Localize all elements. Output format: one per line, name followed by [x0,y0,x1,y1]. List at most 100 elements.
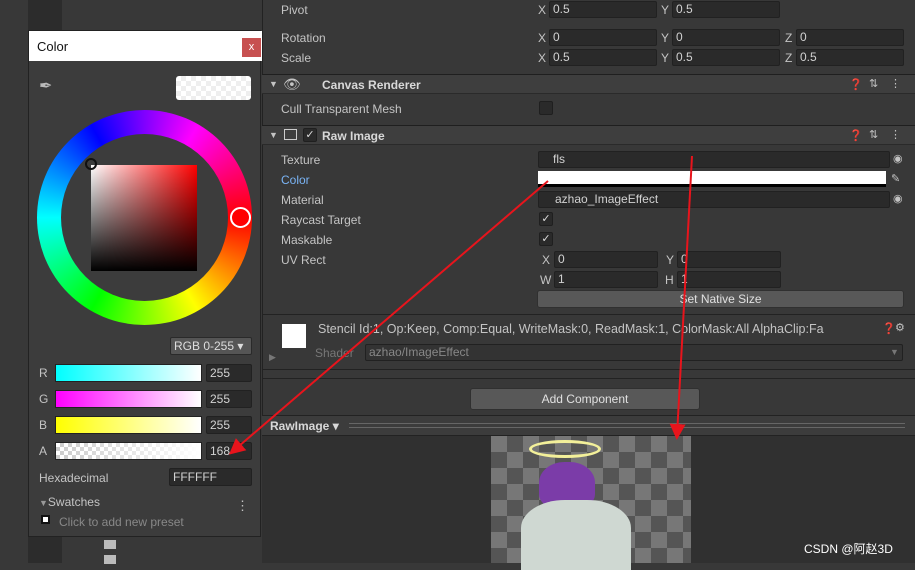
folder-icon [104,540,116,549]
axis-z: Z [785,31,793,45]
pivot-x-field[interactable]: 0.5 [549,1,657,18]
material-field[interactable]: azhao_ImageEffect [538,191,890,208]
axis-y: Y [666,253,675,267]
preview-title-text: RawImage [270,419,330,433]
color-preview-swatch [176,76,251,100]
axis-x: X [538,51,547,65]
channel-b-label: B [39,418,48,432]
channel-b-slider[interactable] [55,416,202,434]
halo [529,440,601,458]
uvrect-label: UV Rect [281,253,326,267]
uv-x-field[interactable]: 0 [554,251,658,268]
character-body [521,500,631,570]
preview-drag-handle[interactable] [349,423,905,428]
axis-y: Y [661,31,670,45]
channel-r-field[interactable]: 255 [206,364,252,382]
canvas-renderer-title: Canvas Renderer [322,78,421,92]
swatches-label: Swatches [47,495,100,509]
material-label: Material [281,193,324,207]
scale-label: Scale [281,51,312,65]
axis-x: X [538,31,547,45]
eyedropper-icon[interactable]: ✒ [39,76,52,96]
scale-y-field[interactable]: 0.5 [672,49,780,66]
shader-dropdown[interactable]: azhao/ImageEffect [365,344,903,361]
channel-g-label: G [39,392,49,406]
axis-y: Y [661,51,670,65]
pivot-y-field[interactable]: 0.5 [672,1,780,18]
close-button[interactable]: x [242,38,261,57]
axis-w: W [540,273,552,287]
foldout-arrow-icon[interactable]: ▼ [269,130,278,140]
uv-h-field[interactable]: 1 [677,271,781,288]
preset-hint[interactable]: Click to add new preset [59,515,184,529]
channel-g-field[interactable]: 255 [206,390,252,408]
color-mode-dropdown[interactable]: RGB 0-255 ▾ [170,337,252,355]
more-icon[interactable]: ⋮ [890,128,901,141]
hex-field[interactable]: FFFFFF [169,468,252,486]
axis-x: X [542,253,551,267]
color-mode-value: RGB 0-255 [174,339,235,353]
scale-x-field[interactable]: 0.5 [549,49,657,66]
axis-y: Y [661,3,670,17]
help-icon[interactable]: ❓ [882,322,896,335]
preview-title[interactable]: RawImage ▾ [270,419,339,433]
set-native-size-button[interactable]: Set Native Size [537,290,904,308]
texture-field[interactable]: fls [538,151,890,168]
scale-z-field[interactable]: 0.5 [796,49,904,66]
foldout-arrow-icon[interactable]: ▶ [269,352,276,363]
channel-r-slider[interactable] [55,364,202,382]
channel-a-label: A [39,444,48,458]
more-icon[interactable]: ⋮ [236,498,249,514]
uv-y-field[interactable]: 0 [677,251,781,268]
axis-z: Z [785,51,793,65]
gear-icon[interactable]: ⚙ [895,321,905,334]
image-icon [284,129,297,140]
swatches-foldout[interactable]: ▼Swatches [39,495,100,509]
pivot-label: Pivot [281,3,308,17]
add-component-button[interactable]: Add Component [470,388,700,410]
eyedropper-icon[interactable]: ✎ [891,172,900,185]
preset-swatch[interactable] [41,515,50,524]
presets-icon[interactable]: ⇅ [869,77,878,90]
sv-handle[interactable] [85,158,97,170]
uv-w-field[interactable]: 1 [554,271,658,288]
color-picker-window: Color x ✒ RGB 0-255 ▾ R 255 G 255 B 255 … [28,30,262,537]
object-picker-icon[interactable]: ◉ [893,152,903,165]
channel-b-field[interactable]: 255 [206,416,252,434]
saturation-value-square[interactable] [91,165,197,271]
object-picker-icon[interactable]: ◉ [893,192,903,205]
raw-image-title: Raw Image [322,129,385,143]
channel-a-slider[interactable] [55,442,202,460]
help-icon[interactable]: ❓ [849,78,863,91]
rotation-y-field[interactable]: 0 [672,29,780,46]
hex-label: Hexadecimal [39,471,109,485]
axis-h: H [665,273,674,287]
texture-label: Texture [281,153,321,167]
channel-g-slider[interactable] [55,390,202,408]
axis-x: X [538,3,547,17]
maskable-label: Maskable [281,233,333,247]
preview-image [491,436,691,570]
more-icon[interactable]: ⋮ [890,77,901,90]
cull-label: Cull Transparent Mesh [281,102,402,116]
channel-a-field[interactable]: 168 [206,442,252,460]
rotation-label: Rotation [281,31,326,45]
divider [262,378,915,379]
rotation-x-field[interactable]: 0 [549,29,657,46]
color-label: Color [281,173,310,187]
cull-checkbox[interactable] [539,101,553,115]
help-icon[interactable]: ❓ [849,129,863,142]
shader-label: Shader [315,346,354,360]
maskable-checkbox[interactable]: ✓ [539,232,553,246]
material-info: Stencil Id:1, Op:Keep, Comp:Equal, Write… [318,322,824,336]
hue-handle[interactable] [230,207,251,228]
eye-icon: 👁 [283,76,301,92]
foldout-arrow-icon[interactable]: ▼ [269,79,278,89]
raycast-checkbox[interactable]: ✓ [539,212,553,226]
rotation-z-field[interactable]: 0 [796,29,904,46]
raw-image-enabled-checkbox[interactable]: ✓ [303,128,317,142]
channel-r-label: R [39,366,48,380]
presets-icon[interactable]: ⇅ [869,128,878,141]
color-field[interactable] [538,171,886,187]
raycast-label: Raycast Target [281,213,361,227]
